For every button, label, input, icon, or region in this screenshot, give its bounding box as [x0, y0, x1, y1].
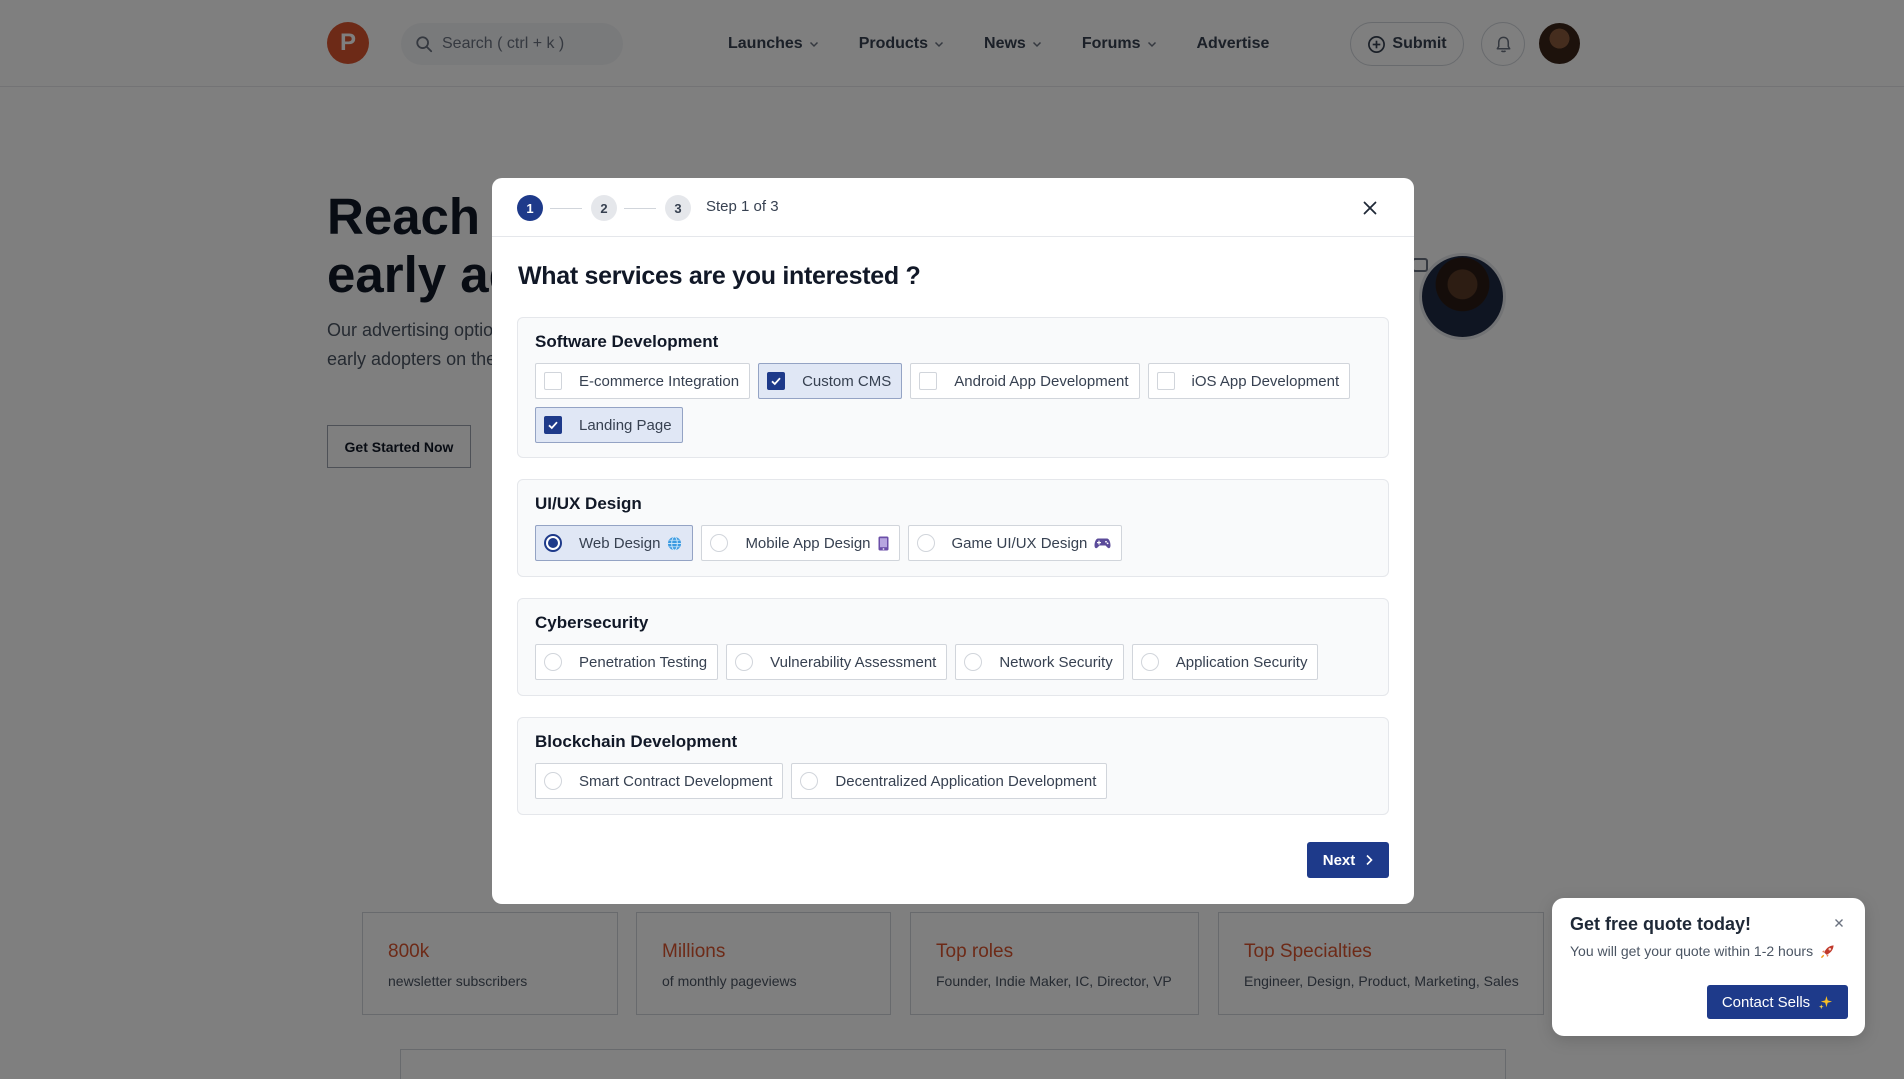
checkmark-icon: [771, 377, 781, 386]
phone-icon: [878, 536, 889, 551]
step-indicator-1: 1: [517, 195, 543, 221]
radio[interactable]: [735, 653, 754, 671]
option-application-security[interactable]: Application Security: [1131, 644, 1319, 680]
section-title: Cybersecurity: [535, 613, 649, 632]
option-vulnerability-assessment[interactable]: Vulnerability Assessment: [726, 644, 948, 680]
option-mobile-app-design[interactable]: Mobile App Design: [701, 525, 900, 561]
quote-subtitle-text: You will get your quote within 1-2 hours: [1570, 943, 1814, 959]
option-game-ui-ux-design[interactable]: Game UI/UX Design: [907, 525, 1123, 561]
option-label: Vulnerability Assessment: [770, 653, 937, 671]
radio[interactable]: [710, 534, 729, 552]
game-controller-icon: [1094, 537, 1111, 550]
section-title: Software Development: [535, 332, 719, 351]
option-group: E-commerce Integration Custom CMS Androi…: [535, 363, 1385, 443]
checkmark-icon: [548, 421, 558, 430]
option-android-app-development[interactable]: Android App Development: [910, 363, 1140, 399]
step-progress-text: Step 1 of 3: [706, 198, 779, 215]
step-connector: [550, 208, 582, 209]
option-group: Web Design Mobile App Design Game UI/UX …: [535, 525, 1385, 561]
radio[interactable]: [964, 653, 983, 671]
option-label: Application Security: [1175, 653, 1308, 671]
option-label: Landing Page: [579, 416, 672, 434]
close-modal-button[interactable]: [1358, 196, 1382, 220]
section-title: UI/UX Design: [535, 494, 642, 513]
modal-title: What services are you interested ?: [518, 262, 921, 290]
checkbox[interactable]: [919, 372, 938, 390]
rocket-icon: [1820, 944, 1834, 958]
close-icon: [1835, 919, 1843, 927]
globe-icon: [667, 535, 682, 551]
option-label: Android App Development: [954, 372, 1129, 390]
radio[interactable]: [544, 653, 562, 671]
option-custom-cms[interactable]: Custom CMS: [758, 363, 903, 399]
contact-sales-button[interactable]: Contact Sells: [1707, 985, 1848, 1019]
option-label: Decentralized Application Development: [835, 772, 1097, 790]
option-label: iOS App Development: [1191, 372, 1340, 390]
sparkles-icon: [1819, 995, 1833, 1009]
option-network-security[interactable]: Network Security: [955, 644, 1124, 680]
services-modal: 1 2 3 Step 1 of 3 What services are you …: [492, 178, 1414, 904]
option-ecommerce-integration[interactable]: E-commerce Integration: [535, 363, 751, 399]
checkbox[interactable]: [1156, 372, 1175, 390]
close-quote-button[interactable]: [1832, 916, 1846, 930]
option-label: Mobile App Design: [745, 534, 871, 552]
option-web-design[interactable]: Web Design: [535, 525, 694, 561]
option-smart-contract-development[interactable]: Smart Contract Development: [535, 763, 784, 799]
radio[interactable]: [544, 772, 562, 790]
step-indicator-2: 2: [591, 195, 617, 221]
checkbox-checked[interactable]: [544, 416, 562, 434]
chevron-right-icon: [1366, 854, 1373, 866]
section-software-development: Software Development E-commerce Integrat…: [517, 317, 1389, 458]
option-group: Penetration Testing Vulnerability Assess…: [535, 644, 1385, 680]
section-cybersecurity: Cybersecurity Penetration Testing Vulner…: [517, 598, 1389, 696]
option-label: Game UI/UX Design: [951, 534, 1088, 552]
option-label: Web Design: [579, 534, 661, 552]
modal-header: 1 2 3 Step 1 of 3: [492, 178, 1414, 237]
radio[interactable]: [800, 772, 819, 790]
option-label: Custom CMS: [802, 372, 892, 390]
next-label: Next: [1322, 851, 1356, 869]
step-connector: [624, 208, 656, 209]
option-label: Smart Contract Development: [579, 772, 773, 790]
option-label: Penetration Testing: [579, 653, 708, 671]
radio-selected[interactable]: [544, 534, 562, 552]
option-label: Network Security: [999, 653, 1113, 671]
close-icon: [1363, 201, 1377, 215]
radio[interactable]: [1140, 653, 1159, 671]
quote-subtitle: You will get your quote within 1-2 hours: [1570, 943, 1835, 959]
option-ios-app-development[interactable]: iOS App Development: [1147, 363, 1351, 399]
section-title: Blockchain Development: [535, 732, 738, 751]
option-decentralized-application-development[interactable]: Decentralized Application Development: [791, 763, 1108, 799]
section-blockchain-development: Blockchain Development Smart Contract De…: [517, 717, 1389, 815]
radio[interactable]: [916, 534, 935, 552]
quote-title: Get free quote today!: [1570, 914, 1752, 934]
option-label: E-commerce Integration: [579, 372, 740, 390]
checkbox-checked[interactable]: [767, 372, 786, 390]
quote-widget: Get free quote today! You will get your …: [1552, 898, 1865, 1036]
step-indicator-3: 3: [665, 195, 691, 221]
next-button[interactable]: Next: [1307, 842, 1389, 878]
contact-sales-label: Contact Sells: [1721, 993, 1811, 1011]
checkbox[interactable]: [544, 372, 562, 390]
option-landing-page[interactable]: Landing Page: [535, 407, 683, 443]
section-ui-ux-design: UI/UX Design Web Design Mobile App Desig…: [517, 479, 1389, 577]
option-group: Smart Contract Development Decentralized…: [535, 763, 1385, 799]
option-penetration-testing[interactable]: Penetration Testing: [535, 644, 719, 680]
